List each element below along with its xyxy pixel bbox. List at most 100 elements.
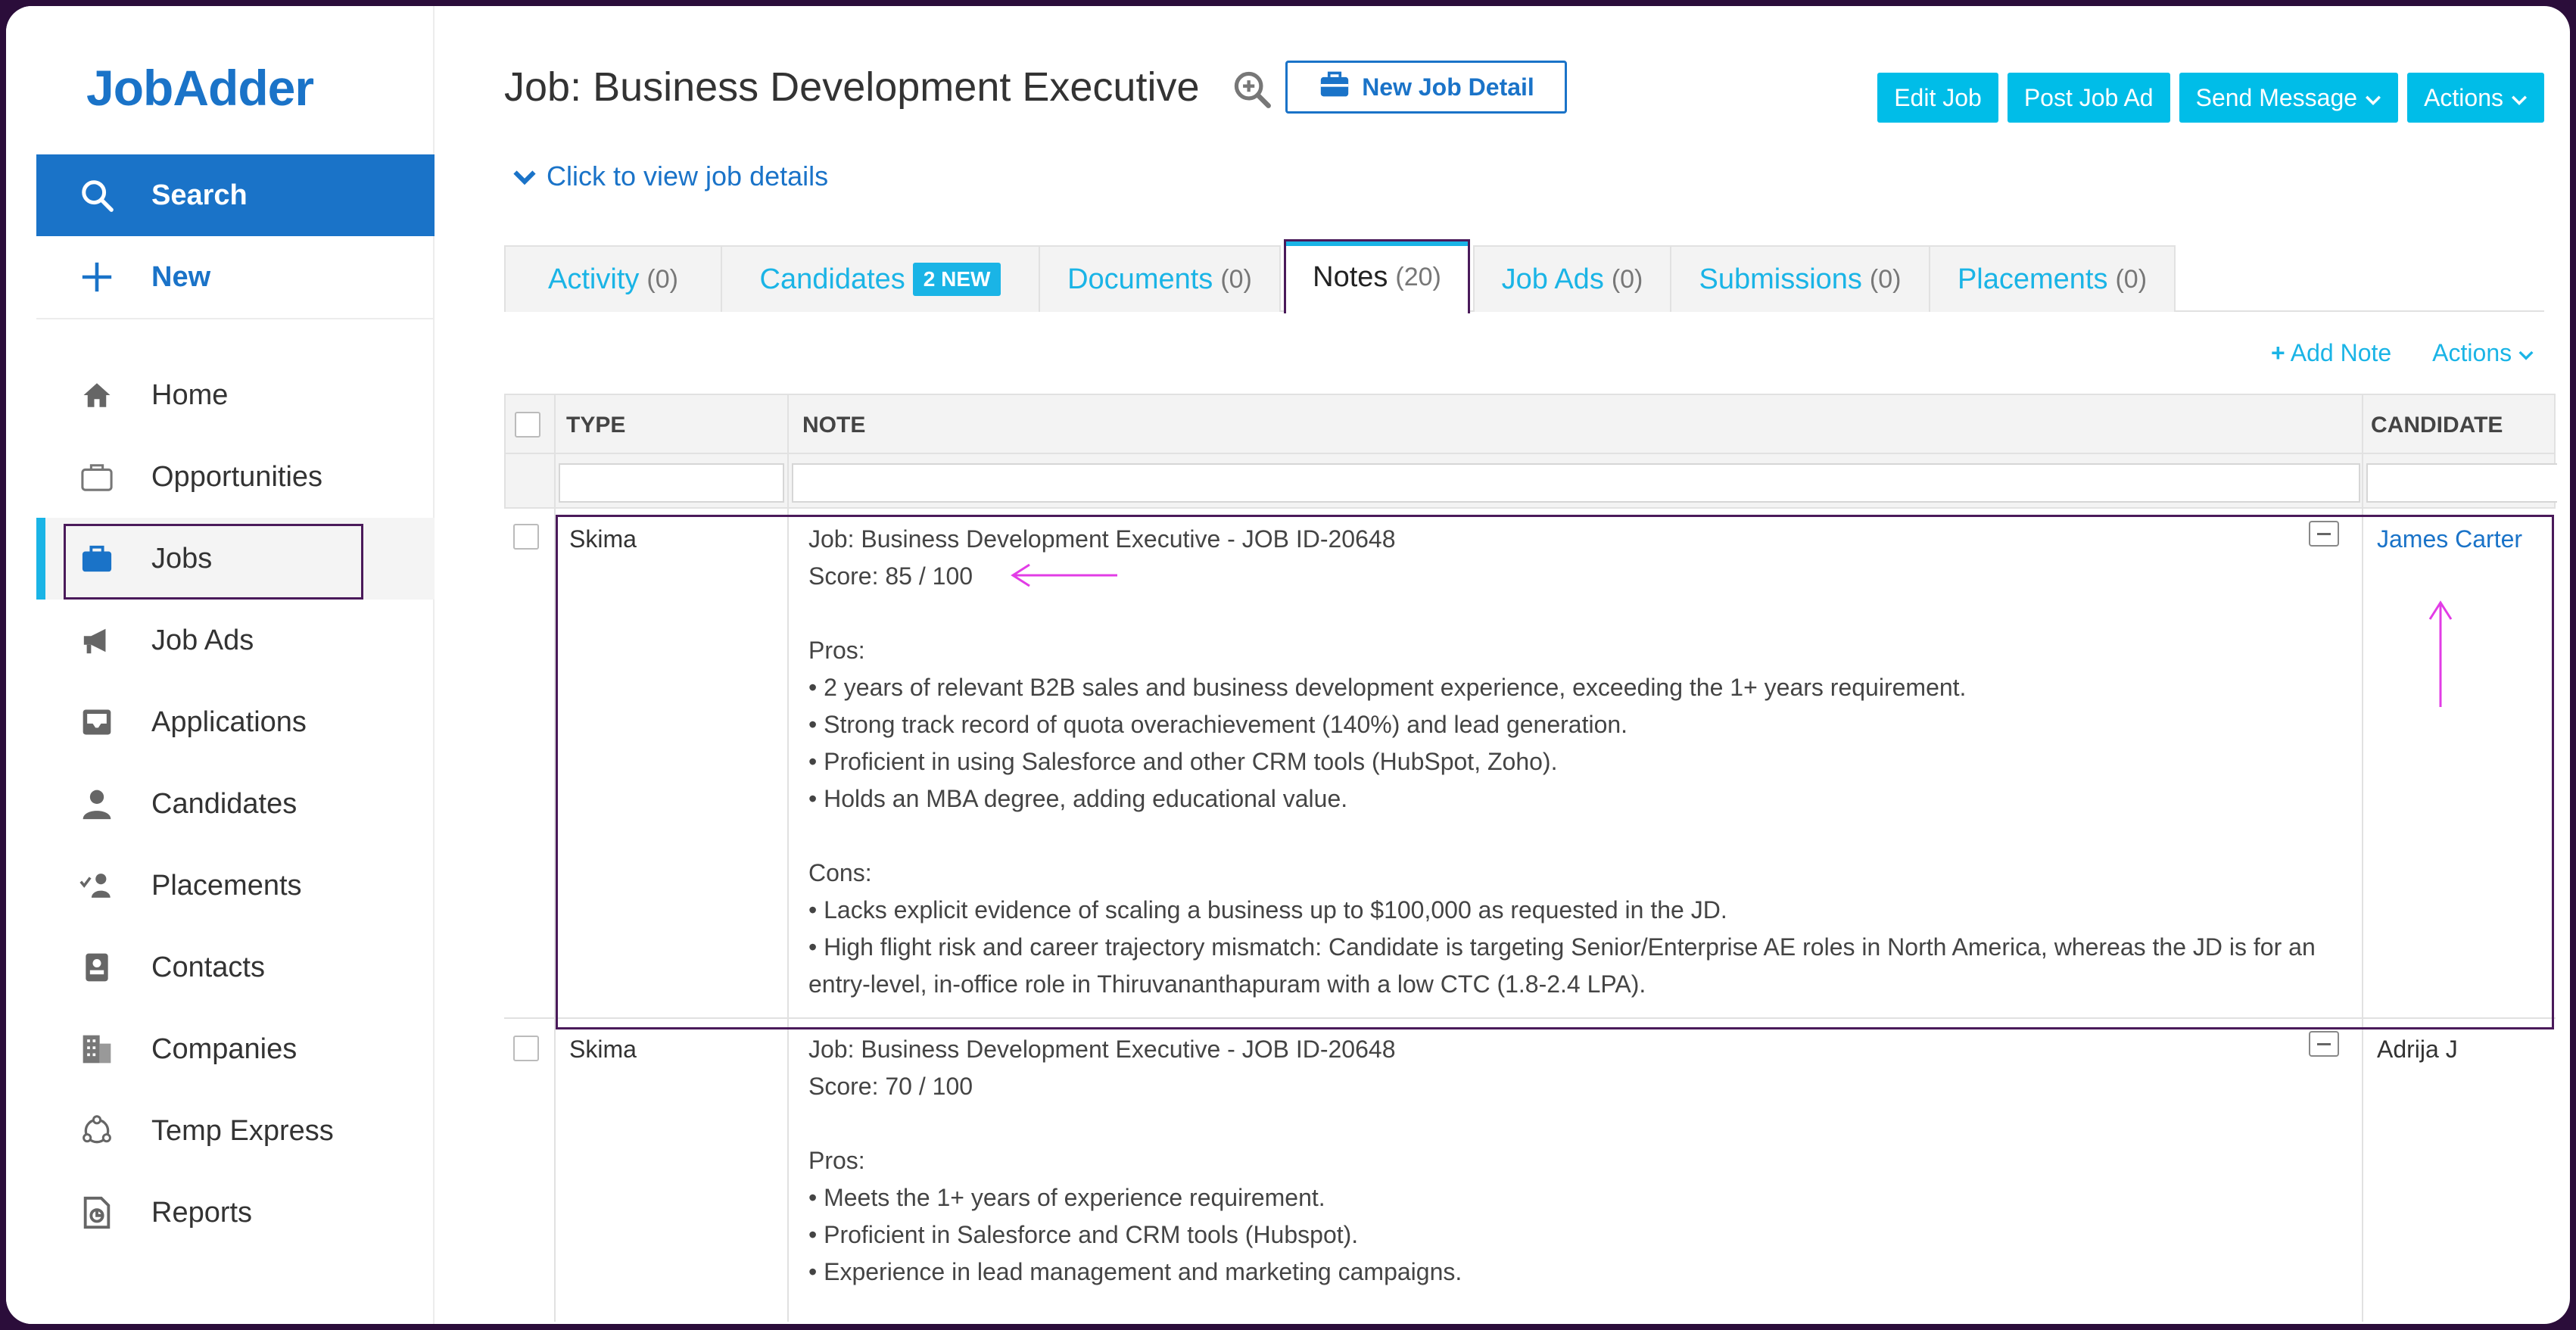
chevron-down-icon <box>513 160 536 192</box>
report-icon <box>73 1195 121 1230</box>
annotation-highlight-box <box>64 524 363 600</box>
contact-card-icon <box>73 951 121 984</box>
tab-label: Job Ads <box>1501 263 1604 295</box>
actions-button[interactable]: Actions <box>2407 73 2544 123</box>
sidebar-new-label: New <box>151 260 211 293</box>
table-header: TYPE NOTE CANDIDATE <box>504 394 2556 454</box>
type-filter-input[interactable] <box>559 463 784 503</box>
collapse-note-icon[interactable] <box>2309 1031 2339 1057</box>
column-header-candidate[interactable]: CANDIDATE <box>2371 395 2503 456</box>
sidebar-item-label: Job Ads <box>151 624 254 656</box>
header-actions: Edit Job Post Job Ad Send Message Action… <box>1877 73 2544 123</box>
tab-submissions[interactable]: Submissions (0) <box>1670 245 1930 312</box>
tab-job-ads[interactable]: Job Ads (0) <box>1473 245 1671 312</box>
new-job-detail-button[interactable]: New Job Detail <box>1285 61 1567 114</box>
sidebar-new-button[interactable]: New <box>36 236 435 318</box>
tab-label: Activity <box>548 263 640 295</box>
active-indicator <box>36 518 45 600</box>
tab-placements[interactable]: Placements (0) <box>1929 245 2176 312</box>
chevron-down-icon <box>2511 84 2528 112</box>
sidebar-item-companies[interactable]: Companies <box>36 1008 435 1090</box>
post-job-ad-label: Post Job Ad <box>2023 83 2154 111</box>
sidebar-item-reports[interactable]: Reports <box>36 1172 435 1254</box>
column-header-note[interactable]: NOTE <box>802 395 865 456</box>
sidebar-search-button[interactable]: Search <box>36 154 435 236</box>
tab-notes[interactable]: Notes (20) <box>1284 239 1470 313</box>
notes-actions: + Add Note Actions <box>2271 339 2534 367</box>
tab-activity[interactable]: Activity (0) <box>504 245 722 312</box>
tab-count: (0) <box>1869 264 1902 294</box>
note-line: • Experience in lead management and mark… <box>808 1258 1462 1285</box>
briefcase-outline-icon <box>73 461 121 493</box>
sidebar-item-label: Contacts <box>151 951 265 983</box>
row-checkbox[interactable] <box>513 1036 539 1061</box>
note-line: Job: Business Development Executive - JO… <box>808 1036 1396 1063</box>
sidebar-item-label: Applications <box>151 705 307 738</box>
row-checkbox[interactable] <box>513 524 539 550</box>
sidebar-item-label: Candidates <box>151 787 297 820</box>
candidate-name[interactable]: Adrija J <box>2377 1036 2458 1064</box>
sidebar-item-placements[interactable]: Placements <box>36 845 435 927</box>
sidebar-divider <box>36 318 435 319</box>
main-content: Job: Business Development Executive New … <box>435 6 2570 1324</box>
tab-label: Documents <box>1067 263 1213 295</box>
note-content: Job: Business Development Executive - JO… <box>808 1031 1462 1291</box>
note-filter-input[interactable] <box>792 463 2360 503</box>
zoom-in-icon[interactable] <box>1232 70 1272 113</box>
temp-express-icon <box>73 1114 121 1148</box>
sidebar-search-label: Search <box>151 179 248 211</box>
table-row[interactable]: Skima Job: Business Development Executiv… <box>504 1019 2556 1322</box>
notes-actions-label: Actions <box>2432 339 2512 366</box>
note-line: Pros: <box>808 1147 865 1174</box>
home-icon <box>73 379 121 411</box>
inbox-icon <box>73 705 121 739</box>
edit-job-label: Edit Job <box>1894 83 1982 111</box>
tab-count: (0) <box>1611 264 1643 294</box>
sidebar-item-label: Opportunities <box>151 460 323 493</box>
sidebar-item-applications[interactable]: Applications <box>36 681 435 763</box>
note-type: Skima <box>569 1036 637 1063</box>
candidate-filter-input[interactable] <box>2366 463 2557 503</box>
person-icon <box>73 787 121 821</box>
annotation-highlight-box <box>556 515 2554 1029</box>
tab-bar: Activity (0) Candidates 2 NEW Documents (0)… <box>504 239 2544 313</box>
notes-actions-button[interactable]: Actions <box>2432 339 2534 367</box>
sidebar-item-job-ads[interactable]: Job Ads <box>36 600 435 681</box>
select-all-checkbox[interactable] <box>515 412 540 438</box>
jobadder-logo[interactable]: JobAdder <box>86 59 314 117</box>
briefcase-icon <box>1318 69 1351 105</box>
note-score: Score: 70 / 100 <box>808 1073 973 1100</box>
sidebar-item-label: Home <box>151 378 229 411</box>
chevron-down-icon <box>2365 84 2381 112</box>
sidebar-item-candidates[interactable]: Candidates <box>36 763 435 845</box>
view-job-details-link[interactable]: Click to view job details <box>513 160 828 192</box>
sidebar-item-temp-express[interactable]: Temp Express <box>36 1090 435 1172</box>
building-icon <box>73 1033 121 1066</box>
post-job-ad-button[interactable]: Post Job Ad <box>2007 73 2170 123</box>
sidebar-item-label: Temp Express <box>151 1114 334 1147</box>
tab-count: (0) <box>1220 264 1252 294</box>
sidebar-item-contacts[interactable]: Contacts <box>36 927 435 1008</box>
tab-label: Candidates <box>759 263 905 295</box>
send-message-label: Send Message <box>2195 83 2358 111</box>
sidebar-item-jobs[interactable]: Jobs <box>36 518 435 600</box>
tab-label: Submissions <box>1699 263 1862 295</box>
actions-label: Actions <box>2424 83 2503 111</box>
app-window: JobAdder Search New Home Opportunities J… <box>6 6 2570 1324</box>
edit-job-button[interactable]: Edit Job <box>1877 73 1998 123</box>
sidebar: JobAdder Search New Home Opportunities J… <box>6 6 435 1324</box>
sidebar-item-opportunities[interactable]: Opportunities <box>36 436 435 518</box>
tab-candidates[interactable]: Candidates 2 NEW <box>721 245 1040 312</box>
note-line: • Meets the 1+ years of experience requi… <box>808 1184 1325 1211</box>
column-header-type[interactable]: TYPE <box>566 395 625 456</box>
plus-icon: + <box>2270 339 2285 366</box>
add-note-button[interactable]: + Add Note <box>2271 339 2391 367</box>
send-message-button[interactable]: Send Message <box>2179 73 2399 123</box>
new-job-detail-label: New Job Detail <box>1362 73 1534 101</box>
tab-documents[interactable]: Documents (0) <box>1039 245 1281 312</box>
tab-count: (0) <box>2115 264 2148 294</box>
view-job-details-label: Click to view job details <box>547 160 829 192</box>
plus-icon <box>73 260 121 294</box>
sidebar-item-home[interactable]: Home <box>36 354 435 436</box>
search-icon <box>73 178 121 213</box>
